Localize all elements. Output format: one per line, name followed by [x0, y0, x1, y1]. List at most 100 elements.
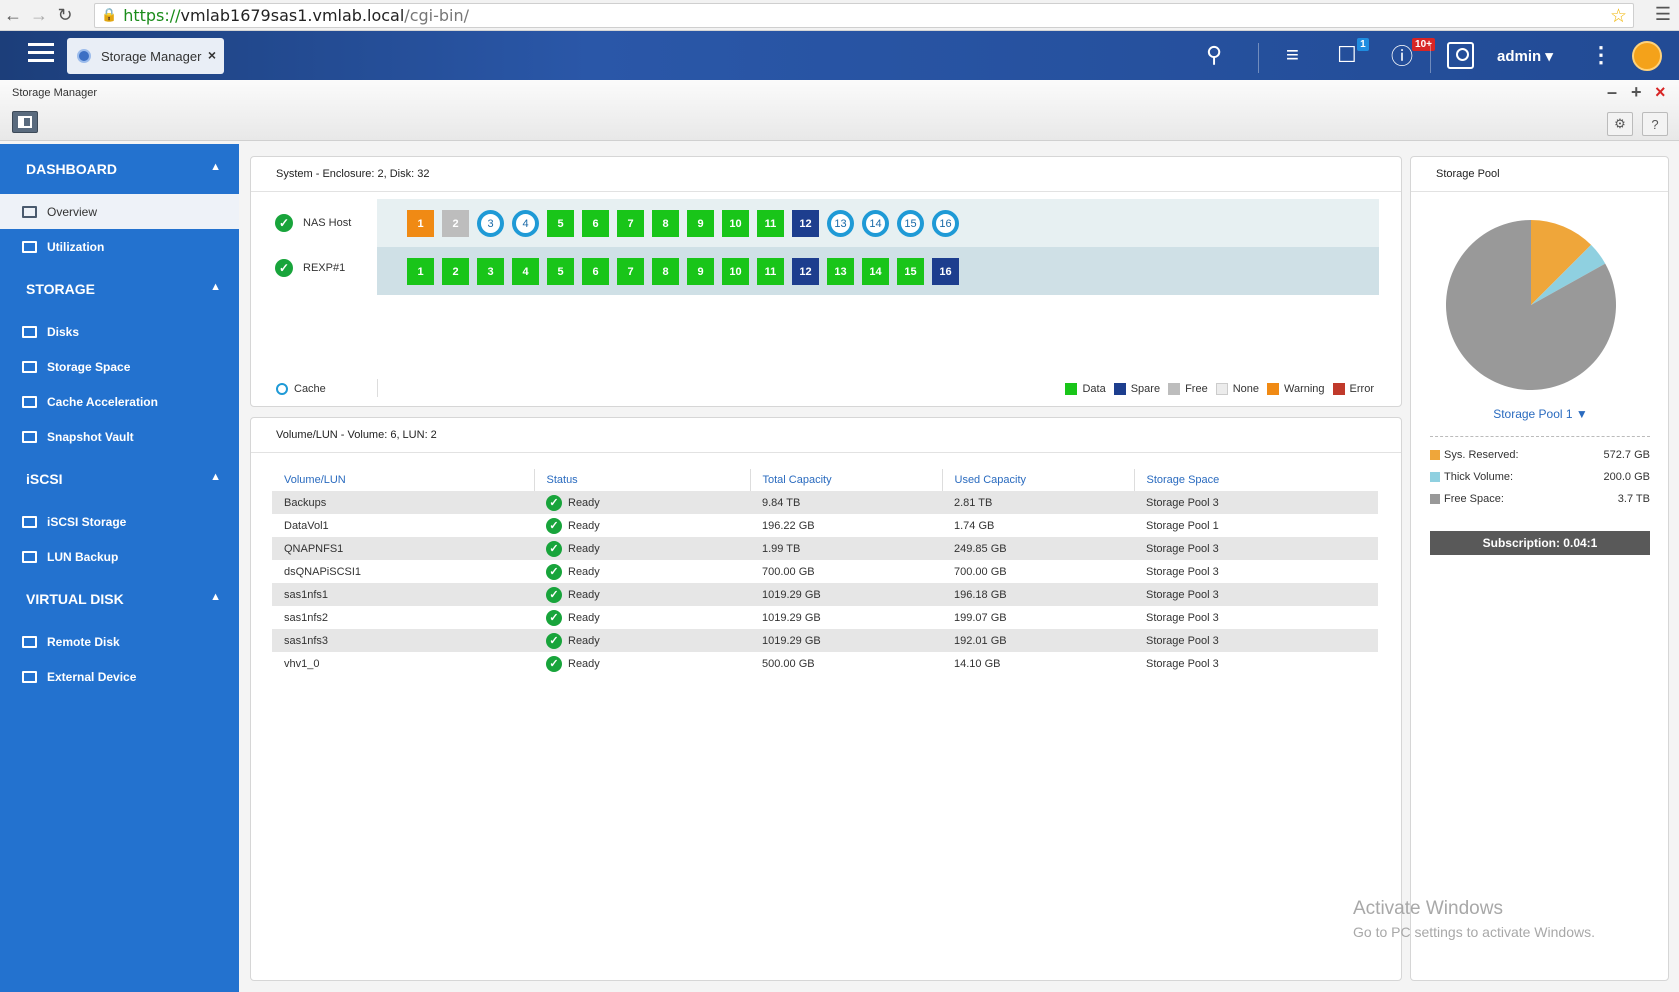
- disk-slot[interactable]: 1: [407, 258, 434, 285]
- sidebar-section-virtual-disk[interactable]: VIRTUAL DISK ▲: [0, 574, 239, 624]
- disk-slot[interactable]: 4: [512, 210, 539, 237]
- storage-pool-dropdown[interactable]: Storage Pool 1 ▼: [1411, 407, 1670, 421]
- table-row[interactable]: DataVol1 ✓ Ready 196.22 GB 1.74 GB Storage Po…: [272, 514, 1378, 537]
- url-host: vmlab1679sas1.vmlab.local: [180, 6, 405, 25]
- bookmark-star-icon[interactable]: ☆: [1610, 5, 1627, 27]
- disk-slot[interactable]: 3: [477, 258, 504, 285]
- legend-swatch: [1430, 472, 1440, 482]
- column-header[interactable]: Volume/LUN: [272, 469, 534, 491]
- notifications-icon[interactable]: ☐ 1: [1337, 38, 1369, 69]
- legend-swatch: [1065, 383, 1078, 395]
- disk-slot[interactable]: 10: [722, 258, 749, 285]
- disk-slot[interactable]: 6: [582, 210, 609, 237]
- table-cell: 2.81 TB: [942, 491, 1134, 514]
- disk-slot[interactable]: 3: [477, 210, 504, 237]
- settings-gear-icon[interactable]: ⚙: [1607, 112, 1633, 136]
- disk-slot[interactable]: 13: [827, 210, 854, 237]
- disk-slot[interactable]: 15: [897, 258, 924, 285]
- search-icon[interactable]: ⚲: [1206, 41, 1222, 69]
- disk-slot[interactable]: 11: [757, 210, 784, 237]
- disk-slot[interactable]: 6: [582, 258, 609, 285]
- table-row[interactable]: dsQNAPiSCSI1 ✓ Ready 700.00 GB 700.00 GB Stor…: [272, 560, 1378, 583]
- disk-slot[interactable]: 9: [687, 210, 714, 237]
- disk-slot[interactable]: 7: [617, 258, 644, 285]
- enclosure-row-label[interactable]: ✓ REXP#1: [275, 258, 385, 278]
- minimize-icon[interactable]: –: [1607, 82, 1617, 103]
- dashboard-gauge-icon[interactable]: [1632, 41, 1662, 71]
- table-cell: QNAPNFS1: [272, 537, 534, 560]
- disk-slot[interactable]: 5: [547, 210, 574, 237]
- reload-icon[interactable]: ↻: [52, 0, 78, 31]
- sidebar-section-dashboard[interactable]: DASHBOARD ▲: [0, 144, 239, 194]
- cell-text: 199.07 GB: [954, 611, 1007, 624]
- sidebar-section-storage[interactable]: STORAGE ▲: [0, 264, 239, 314]
- user-avatar-icon[interactable]: [1447, 42, 1474, 69]
- disk-slot[interactable]: 16: [932, 258, 959, 285]
- enclosure-row-label[interactable]: ✓ NAS Host: [275, 213, 385, 233]
- disk-slot[interactable]: 11: [757, 258, 784, 285]
- sidebar-item-disks[interactable]: Disks: [0, 314, 239, 349]
- close-window-icon[interactable]: ×: [1655, 82, 1666, 103]
- browser-menu-icon[interactable]: ☰: [1655, 4, 1671, 25]
- back-icon[interactable]: ←: [0, 0, 26, 31]
- table-row[interactable]: Backups ✓ Ready 9.84 TB 2.81 TB Storage Pool …: [272, 491, 1378, 514]
- cell-text: Ready: [568, 519, 600, 532]
- disk-slot[interactable]: 14: [862, 258, 889, 285]
- help-icon[interactable]: ?: [1642, 112, 1668, 136]
- event-info-icon[interactable]: ⓘ 10+: [1391, 38, 1436, 69]
- address-bar[interactable]: 🔒 https://vmlab1679sas1.vmlab.local/cgi-…: [94, 3, 1634, 28]
- column-header[interactable]: Used Capacity: [941, 469, 1134, 491]
- sidebar-item-remote-disk[interactable]: Remote Disk: [0, 624, 239, 659]
- disk-slot[interactable]: 9: [687, 258, 714, 285]
- user-menu[interactable]: admin ▾: [1497, 47, 1553, 65]
- disk-slot[interactable]: 8: [652, 210, 679, 237]
- disk-status-legend: Data Spare Free None Warning Error: [1057, 383, 1374, 395]
- disk-slot[interactable]: 13: [827, 258, 854, 285]
- disk-slot[interactable]: 8: [652, 258, 679, 285]
- disk-slot[interactable]: 2: [442, 210, 469, 237]
- sidebar-item-overview[interactable]: Overview: [0, 194, 239, 229]
- disk-slot[interactable]: 4: [512, 258, 539, 285]
- disk-slot[interactable]: 14: [862, 210, 889, 237]
- maximize-icon[interactable]: +: [1631, 82, 1642, 103]
- disk-slot[interactable]: 1: [407, 210, 434, 237]
- table-row[interactable]: sas1nfs2 ✓ Ready 1019.29 GB 199.07 GB Storage…: [272, 606, 1378, 629]
- forward-icon[interactable]: →: [26, 0, 52, 31]
- more-options-icon[interactable]: ⋮: [1590, 41, 1612, 69]
- table-row[interactable]: vhv1_0 ✓ Ready 500.00 GB 14.10 GB Storage Poo…: [272, 652, 1378, 675]
- sidebar-item-cache-acceleration[interactable]: Cache Acceleration: [0, 384, 239, 419]
- sidebar-item-label: External Device: [47, 669, 137, 684]
- close-tab-icon[interactable]: ×: [208, 47, 216, 63]
- sidebar-item-snapshot-vault[interactable]: Snapshot Vault: [0, 419, 239, 454]
- disk-slot[interactable]: 12: [792, 210, 819, 237]
- cell-text: 196.22 GB: [762, 519, 815, 532]
- sidebar-item-external-device[interactable]: External Device: [0, 659, 239, 694]
- legend-label: Spare: [1130, 383, 1161, 395]
- disk-slot[interactable]: 12: [792, 258, 819, 285]
- backup-icon: [22, 550, 37, 563]
- disk-slot[interactable]: 15: [897, 210, 924, 237]
- disk-slot[interactable]: 5: [547, 258, 574, 285]
- sidebar-item-label: Cache Acceleration: [47, 394, 158, 409]
- overview-icon: [22, 205, 37, 218]
- main-menu-icon[interactable]: [28, 43, 54, 67]
- sidebar-section-iscsi[interactable]: iSCSI ▲: [0, 454, 239, 504]
- sidebar-item-storage-space[interactable]: Storage Space: [0, 349, 239, 384]
- column-header[interactable]: Status: [533, 469, 750, 491]
- table-row[interactable]: sas1nfs3 ✓ Ready 1019.29 GB 192.01 GB Storage…: [272, 629, 1378, 652]
- disk-slot[interactable]: 2: [442, 258, 469, 285]
- cell-text: sas1nfs1: [284, 588, 329, 601]
- table-row[interactable]: QNAPNFS1 ✓ Ready 1.99 TB 249.85 GB Storage Po…: [272, 537, 1378, 560]
- disk-slot[interactable]: 16: [932, 210, 959, 237]
- app-tab-storage-manager[interactable]: Storage Manager ×: [67, 38, 224, 74]
- column-header[interactable]: Total Capacity: [749, 469, 942, 491]
- sidebar-item-lun-backup[interactable]: LUN Backup: [0, 539, 239, 574]
- panel-toggle-icon[interactable]: [12, 111, 38, 133]
- column-header[interactable]: Storage Space: [1133, 469, 1378, 491]
- disk-slot[interactable]: 7: [617, 210, 644, 237]
- background-tasks-icon[interactable]: ≡: [1286, 41, 1299, 69]
- disk-slot[interactable]: 10: [722, 210, 749, 237]
- sidebar-item-utilization[interactable]: Utilization: [0, 229, 239, 264]
- table-row[interactable]: sas1nfs1 ✓ Ready 1019.29 GB 196.18 GB Storage…: [272, 583, 1378, 606]
- sidebar-item-iscsi-storage[interactable]: iSCSI Storage: [0, 504, 239, 539]
